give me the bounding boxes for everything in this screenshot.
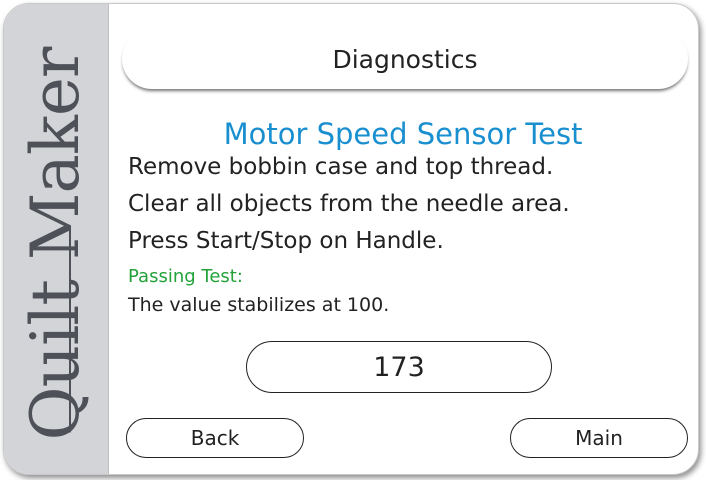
brand-logo-text: Quilt Maker [17,47,94,441]
instruction-line: Clear all objects from the needle area. [128,191,570,217]
instruction-line: Remove bobbin case and top thread. [128,154,554,180]
sensor-value-display: 173 [246,341,552,393]
page-title-bar: Diagnostics [122,29,688,89]
page-title: Diagnostics [332,44,478,74]
brand-sidebar: Quilt Maker [4,4,109,474]
passing-test-label: Passing Test: [128,266,243,287]
brand-logo: Quilt Maker [17,48,94,441]
back-button-label: Back [190,426,240,450]
instruction-line: Press Start/Stop on Handle. [128,228,444,254]
sensor-value: 173 [373,351,425,383]
back-button[interactable]: Back [126,418,304,458]
test-title: Motor Speed Sensor Test [223,117,583,151]
main-button-label: Main [575,426,623,450]
passing-test-description: The value stabilizes at 100. [128,294,390,316]
diagnostics-panel: Quilt Maker Diagnostics Motor Speed Sens… [3,3,699,475]
main-button[interactable]: Main [510,418,688,458]
brand-logo-underline [69,225,71,433]
